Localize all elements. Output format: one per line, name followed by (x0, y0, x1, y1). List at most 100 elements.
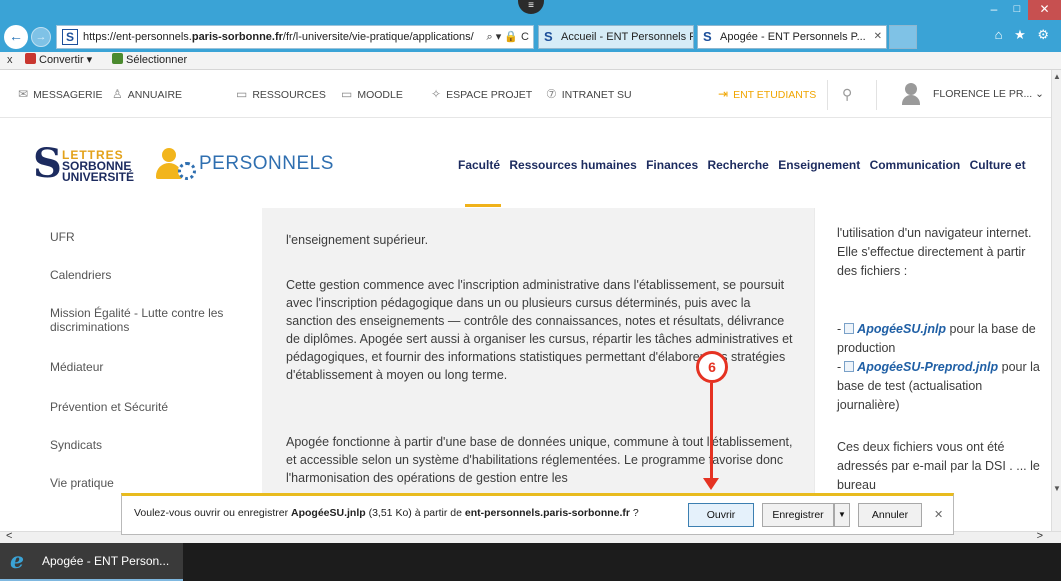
scroll-up-icon[interactable]: ▲ (1053, 72, 1061, 81)
callout-arrow-head (703, 478, 719, 490)
close-window-button[interactable]: ✕ (1028, 0, 1061, 20)
file-link-preprod: - ApogéeSU-Preprod.jnlp pour la base de t… (837, 360, 1040, 412)
back-button[interactable]: ← (4, 25, 28, 49)
select-button[interactable]: Sélectionner (112, 52, 187, 69)
tab-apogee[interactable]: S Apogée - ENT Personnels P... ✕ (697, 25, 887, 49)
close-notification-icon[interactable]: ✕ (934, 508, 943, 521)
login-icon: ⇥ (718, 87, 729, 101)
download-host: ent-personnels.paris-sorbonne.fr (464, 507, 630, 519)
address-controls[interactable]: ⌕ ▾ 🔒 C (482, 26, 529, 48)
nav-espace-projet[interactable]: ✧ ESPACE PROJET (431, 70, 532, 118)
taskbar-label: Apogée - ENT Person... (42, 554, 170, 568)
right-intro: l'utilisation d'un navigateur internet. … (837, 226, 1032, 278)
maximize-button[interactable]: □ (1006, 0, 1028, 20)
url-prefix: https://ent-personnels. (83, 31, 192, 43)
tab-label: Apogée - ENT Personnels P... (720, 31, 866, 43)
avatar[interactable] (902, 83, 920, 105)
home-favorites-settings-icons[interactable]: ⌂ ★ ⚙ (995, 27, 1053, 43)
folder-icon: ▭ (236, 87, 248, 101)
pin-icon: ✧ (431, 87, 442, 101)
apogee-preprod-jnlp-link[interactable]: ApogéeSU-Preprod.jnlp (857, 360, 998, 374)
open-button[interactable]: Ouvrir (688, 503, 754, 527)
user-menu[interactable]: FLORENCE LE PR... ⌄ (933, 70, 1044, 118)
person-icon: ♙ (112, 87, 123, 101)
address-row: ← → S https://ent-personnels.paris-sorbo… (0, 22, 1061, 52)
minimize-button[interactable]: – (982, 0, 1006, 20)
search-icon[interactable]: ⚲ (842, 70, 852, 118)
nav-label: MESSAGERIE (33, 89, 103, 101)
cancel-button[interactable]: Annuler (858, 503, 922, 527)
nav-label: ANNUAIRE (127, 89, 183, 101)
sidebar-item-mediateur[interactable]: Médiateur (50, 360, 103, 374)
nav-annuaire[interactable]: ♙ ANNUAIRE (112, 70, 182, 118)
sidebar: UFR Calendriers Mission Égalité - Lutte … (0, 208, 262, 531)
folder-icon: ▭ (341, 87, 353, 101)
menu-faculte[interactable]: Faculté (458, 158, 500, 172)
menu-recherche[interactable]: Recherche (707, 158, 768, 172)
scroll-left-icon[interactable]: < (6, 530, 12, 542)
menu-communication[interactable]: Communication (870, 158, 961, 172)
save-button[interactable]: Enregistrer (762, 503, 834, 527)
vertical-scrollbar[interactable]: ▲ ▼ (1051, 70, 1061, 531)
site-favicon-icon: S (62, 29, 78, 45)
nav-moodle[interactable]: ▭ MOODLE (341, 70, 403, 118)
url-domain: paris-sorbonne.fr (191, 31, 283, 43)
msg-end: ? (630, 507, 639, 519)
download-message: Voulez-vous ouvrir ou enregistrer Apogée… (134, 507, 639, 519)
save-options-chevron-icon[interactable]: ▼ (834, 503, 850, 527)
scroll-right-icon[interactable]: > (1037, 530, 1043, 542)
chevron-down-icon: ⌄ (1035, 88, 1044, 100)
nav-label: RESSOURCES (252, 89, 326, 101)
command-bar: x Convertir ▾ Sélectionner (0, 52, 1061, 70)
nav-messagerie[interactable]: ✉ MESSAGERIE (18, 70, 103, 118)
user-name: FLORENCE LE PR... (933, 88, 1033, 100)
content-paragraph: l'enseignement supérieur. (286, 233, 429, 247)
select-label: Sélectionner (126, 54, 188, 66)
taskbar-ie-button[interactable]: e Apogée - ENT Person... (0, 543, 183, 581)
sidebar-item-mission-egalite[interactable]: Mission Égalité - Lutte contre les discr… (50, 306, 240, 334)
brand-name[interactable]: PERSONNELS (199, 153, 334, 175)
callout-arrow-line (710, 383, 713, 483)
select-icon (112, 53, 123, 64)
msg-start: Voulez-vous ouvrir ou enregistrer (134, 507, 291, 519)
brand-bar: S LETTRES SORBONNE UNIVERSITÉ PERSONNELS… (0, 118, 1051, 208)
nav-label: INTRANET SU (561, 89, 632, 101)
close-toolbar-icon[interactable]: x (7, 52, 13, 69)
top-navigation: ✉ MESSAGERIE ♙ ANNUAIRE ▭ RESSOURCES ▭ MOODL… (0, 70, 1051, 118)
scroll-down-icon[interactable]: ▼ (1053, 484, 1061, 493)
file-icon (844, 323, 855, 334)
right-column: l'utilisation d'un navigateur internet. … (814, 208, 1051, 531)
nav-intranet[interactable]: ⑦ INTRANET SU (546, 70, 632, 118)
tab-close-icon[interactable]: ✕ (874, 26, 882, 48)
convert-menu[interactable]: Convertir ▾ (25, 52, 92, 69)
menu-rh[interactable]: Ressources humaines (509, 158, 636, 172)
address-bar[interactable]: S https://ent-personnels.paris-sorbonne.… (56, 25, 534, 49)
menu-culture[interactable]: Culture et (970, 158, 1026, 172)
sidebar-item-prevention[interactable]: Prévention et Sécurité (50, 400, 168, 414)
tab-accueil[interactable]: S Accueil - ENT Personnels Paris ... (538, 25, 694, 49)
apogee-jnlp-link[interactable]: ApogéeSU.jnlp (857, 322, 946, 336)
forward-button[interactable]: → (31, 27, 51, 47)
nav-ressources[interactable]: ▭ RESSOURCES (236, 70, 326, 118)
sidebar-item-ufr[interactable]: UFR (50, 230, 75, 244)
taskbar: e Apogée - ENT Person... (0, 543, 1061, 581)
sidebar-item-calendriers[interactable]: Calendriers (50, 268, 111, 282)
nav-ent-etudiants[interactable]: ⇥ ENT ETUDIANTS (718, 70, 816, 118)
tab-favicon-icon: S (703, 29, 712, 44)
internet-explorer-icon: e (10, 548, 24, 574)
menu-finances[interactable]: Finances (646, 158, 698, 172)
main-menu: Faculté Ressources humaines Finances Rec… (458, 158, 1032, 172)
new-tab-button[interactable] (889, 25, 917, 49)
pdf-icon (25, 53, 36, 64)
menu-enseignement[interactable]: Enseignement (778, 158, 860, 172)
step-callout: 6 (696, 351, 728, 383)
personnel-gear-icon (154, 148, 198, 180)
sidebar-item-syndicats[interactable]: Syndicats (50, 438, 102, 452)
menu-pull-tab[interactable]: ≡ (518, 0, 544, 14)
nav-label: ENT ETUDIANTS (733, 89, 817, 101)
nav-label: MOODLE (357, 89, 403, 101)
file-icon (844, 361, 855, 372)
sorbonne-logo-text[interactable]: LETTRES SORBONNE UNIVERSITÉ (62, 149, 134, 183)
sidebar-item-vie-pratique[interactable]: Vie pratique (50, 476, 114, 490)
sorbonne-logo-icon[interactable]: S (33, 144, 62, 184)
